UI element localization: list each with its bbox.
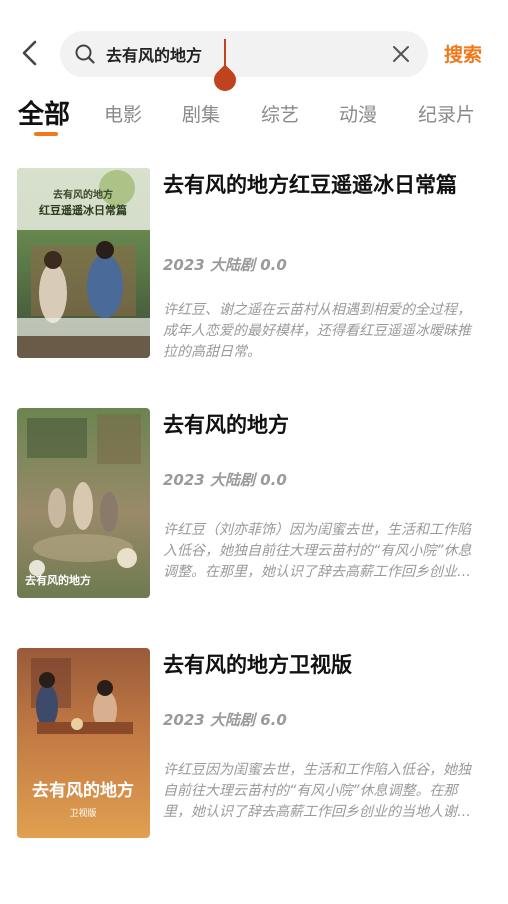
result-item[interactable]: 去有风的地方 卫视版 去有风的地方卫视版 2023 大陆剧 6.0 许红豆因为闺… xyxy=(0,648,508,840)
tab-all[interactable]: 全部 xyxy=(18,94,70,131)
poster-title-text: 去有风的地方 xyxy=(25,573,91,587)
result-title[interactable]: 去有风的地方红豆遥遥冰日常篇 xyxy=(163,170,483,200)
result-description: 许红豆因为闺蜜去世，生活和工作陷入低谷，她独自前往大理云苗村的“有风小院”休息调… xyxy=(163,762,471,820)
poster-subtitle-text: 红豆遥遥冰日常篇 xyxy=(39,203,127,217)
search-icon xyxy=(75,44,95,64)
active-tab-indicator xyxy=(34,132,58,136)
poster-image[interactable]: 去有风的地方 卫视版 xyxy=(17,648,150,838)
poster-title-text: 去有风的地方 xyxy=(53,188,113,201)
poster-subtitle-text: 卫视版 xyxy=(69,807,96,819)
chevron-left-icon xyxy=(22,40,37,66)
category-tabs: 全部 电影 剧集 综艺 动漫 纪录片 xyxy=(0,92,508,142)
result-title[interactable]: 去有风的地方卫视版 xyxy=(163,650,483,680)
result-meta: 2023 大陆剧 6.0 xyxy=(163,711,287,729)
search-box[interactable] xyxy=(60,31,428,96)
result-description: 许红豆（刘亦菲饰）因为闺蜜去世，生活和工作陷入低谷，她独自前往大理云苗村的“有风… xyxy=(163,522,472,580)
result-meta: 2023 大陆剧 0.0 xyxy=(163,256,287,274)
search-button[interactable]: 搜索 xyxy=(444,40,482,67)
tab-variety[interactable]: 综艺 xyxy=(261,100,299,127)
result-item[interactable]: 去有风的地方 红豆遥遥冰日常篇 去有风的地方红豆遥遥冰日常篇 2023 大陆剧 … xyxy=(0,168,508,360)
tab-series[interactable]: 剧集 xyxy=(182,100,220,127)
back-button[interactable] xyxy=(14,36,48,70)
result-item[interactable]: 去有风的地方 去有风的地方 2023 大陆剧 0.0 许红豆（刘亦菲饰）因为闺蜜… xyxy=(0,408,508,600)
tab-movie[interactable]: 电影 xyxy=(104,100,142,127)
tab-documentary[interactable]: 纪录片 xyxy=(418,100,475,127)
clear-icon[interactable] xyxy=(390,43,412,65)
tab-anime[interactable]: 动漫 xyxy=(339,100,377,127)
poster-image[interactable]: 去有风的地方 xyxy=(17,408,150,598)
result-meta: 2023 大陆剧 0.0 xyxy=(163,471,287,489)
result-description: 许红豆、谢之遥在云苗村从相遇到相爱的全过程，成年人恋爱的最好模样，还得看红豆遥遥… xyxy=(163,302,471,360)
search-header: 搜索 xyxy=(0,28,508,96)
poster-title-text: 去有风的地方 xyxy=(32,780,134,801)
search-input[interactable] xyxy=(106,31,366,77)
result-title[interactable]: 去有风的地方 xyxy=(163,410,483,440)
poster-image[interactable]: 去有风的地方 红豆遥遥冰日常篇 xyxy=(17,168,150,358)
